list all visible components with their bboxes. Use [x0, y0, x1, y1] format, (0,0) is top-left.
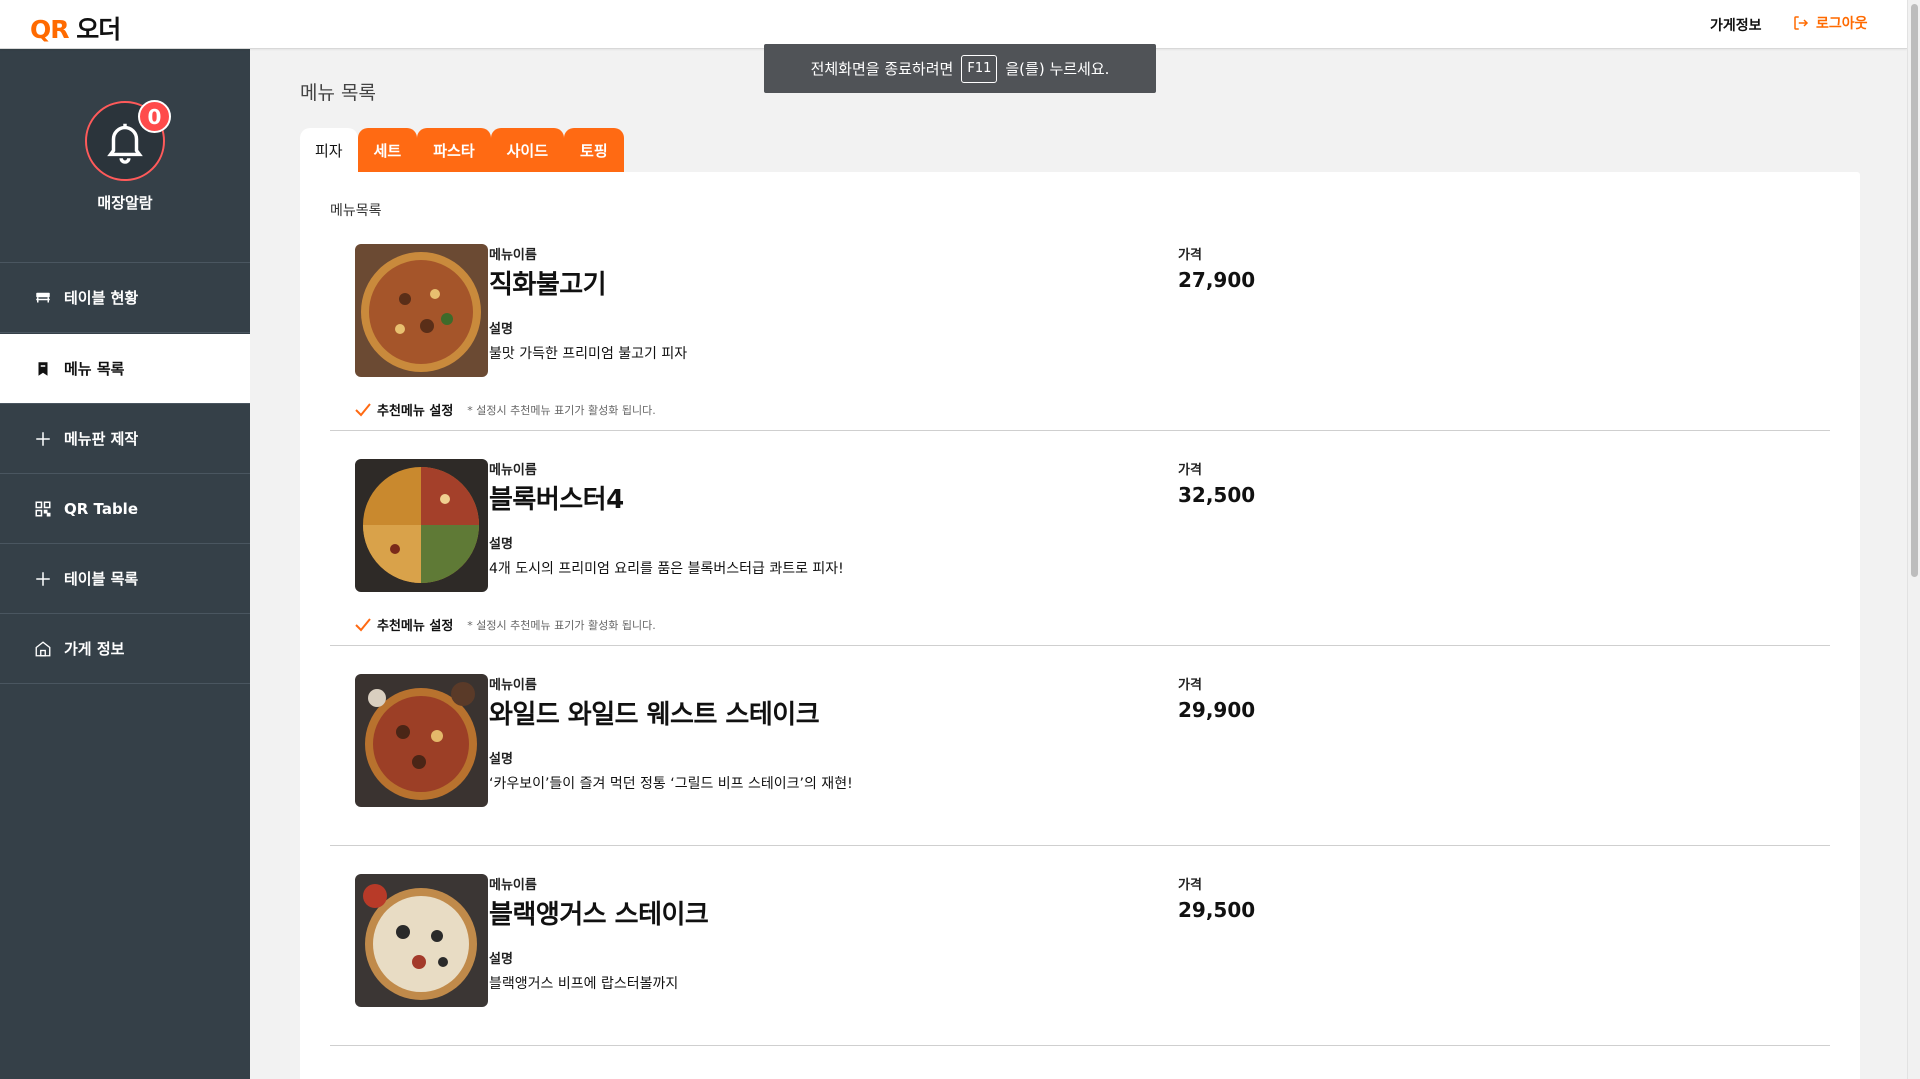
- tab-side[interactable]: 사이드: [490, 128, 565, 172]
- menu-name: 블랙앵거스 스테이크: [489, 900, 709, 930]
- recommend-label: 추천메뉴 설정: [377, 404, 454, 419]
- menu-price-label: 가격: [1178, 878, 1202, 893]
- recommend-toggle[interactable]: 추천메뉴 설정 * 설정시 추천메뉴 표기가 활성화 됩니다.: [355, 400, 656, 419]
- menu-item[interactable]: 메뉴이름 직화불고기 설명 불맛 가득한 프리미엄 불고기 피자 가격 27,9…: [330, 244, 1830, 431]
- menu-price-label: 가격: [1178, 463, 1202, 478]
- page-title: 메뉴 목록: [300, 82, 376, 104]
- sidebar-item-menu-board[interactable]: 메뉴판 제작: [0, 404, 250, 474]
- menu-price: 29,900: [1178, 698, 1256, 722]
- app-logo[interactable]: QR 오더: [30, 10, 121, 46]
- logo-suffix: 오더: [76, 15, 121, 44]
- toast-text-before: 전체화면을 종료하려면: [810, 60, 954, 78]
- menu-price: 29,500: [1178, 898, 1256, 922]
- sidebar-item-store-info[interactable]: 가게 정보: [0, 614, 250, 684]
- logo-prefix: QR: [30, 15, 70, 44]
- menu-price-label: 가격: [1178, 678, 1202, 693]
- tab-pasta[interactable]: 파스타: [417, 128, 491, 172]
- menu-desc: 4개 도시의 프리미엄 요리를 품은 블록버스터급 콰트로 피자!: [489, 561, 844, 577]
- fullscreen-toast: 전체화면을 종료하려면 F11 을(를) 누르세요.: [764, 44, 1156, 93]
- store-alarm: 0 매장알람: [0, 49, 250, 263]
- recommend-label: 추천메뉴 설정: [377, 619, 454, 634]
- menu-image: [355, 874, 488, 1007]
- sidebar-item-table-list[interactable]: 테이블 목록: [0, 544, 250, 614]
- recommend-note: * 설정시 추천메뉴 표기가 활성화 됩니다.: [467, 618, 656, 632]
- menu-desc: 블랙앵거스 비프에 랍스터볼까지: [489, 976, 679, 992]
- check-icon: [355, 402, 371, 416]
- sidebar-item-label: 메뉴 목록: [64, 360, 125, 378]
- alarm-label: 매장알람: [97, 194, 153, 212]
- menu-price: 32,500: [1178, 483, 1256, 507]
- sidebar-item-label: QR Table: [64, 499, 138, 518]
- menu-name: 블록버스터4: [489, 485, 624, 515]
- toast-text-after: 을(를) 누르세요.: [1005, 60, 1110, 78]
- menu-image: [355, 674, 488, 807]
- menu-name: 직화불고기: [489, 270, 607, 300]
- menu-name-label: 메뉴이름: [489, 678, 537, 693]
- menu-item[interactable]: 메뉴이름 와일드 와일드 웨스트 스테이크 설명 ‘카우보이’들이 즐겨 먹던 …: [330, 674, 1830, 846]
- bookmark-icon: [38, 361, 48, 376]
- sidebar-item-qr-table[interactable]: QR Table: [0, 474, 250, 544]
- menu-desc: ‘카우보이’들이 즐겨 먹던 정통 ‘그릴드 비프 스테이크’의 재현!: [489, 776, 853, 792]
- menu-desc-label: 설명: [489, 752, 513, 767]
- alarm-count-badge: 0: [138, 100, 171, 133]
- tab-topping[interactable]: 토핑: [564, 128, 624, 172]
- logout-icon: [1794, 16, 1809, 30]
- plus-icon: [36, 431, 50, 446]
- menu-price: 27,900: [1178, 268, 1256, 292]
- menu-name: 와일드 와일드 웨스트 스테이크: [489, 700, 820, 730]
- table-icon: [36, 292, 50, 302]
- recommend-note: * 설정시 추천메뉴 표기가 활성화 됩니다.: [467, 403, 656, 417]
- sidebar-item-menu-list[interactable]: 메뉴 목록: [0, 334, 250, 404]
- menu-card: 메뉴목록 메뉴이름 직화불고기 설명 불맛 가득한 프리미엄 불고기 피자 가격…: [300, 172, 1860, 1079]
- sidebar-item-table-status[interactable]: 테이블 현황: [0, 263, 250, 333]
- card-title: 메뉴목록: [330, 203, 382, 219]
- menu-desc-label: 설명: [489, 537, 513, 552]
- toast-key: F11: [961, 54, 998, 83]
- tab-pizza[interactable]: 피자: [300, 128, 358, 172]
- menu-item[interactable]: 메뉴이름 블랙앵거스 스테이크 설명 블랙앵거스 비프에 랍스터볼까지 가격 2…: [330, 874, 1830, 1046]
- logout-button[interactable]: 로그아웃: [1792, 13, 1868, 33]
- scrollbar-thumb[interactable]: [1911, 4, 1918, 577]
- recommend-toggle[interactable]: 추천메뉴 설정 * 설정시 추천메뉴 표기가 활성화 됩니다.: [355, 615, 656, 634]
- menu-desc-label: 설명: [489, 322, 513, 337]
- plus-icon: [36, 571, 50, 586]
- menu-desc-label: 설명: [489, 952, 513, 967]
- store-info-link[interactable]: 가게정보: [1710, 15, 1762, 35]
- sidebar-item-label: 가게 정보: [64, 640, 125, 658]
- menu-image: [355, 244, 488, 377]
- sidebar-item-label: 테이블 현황: [64, 289, 139, 307]
- sidebar-item-label: 메뉴판 제작: [64, 430, 139, 448]
- top-bar: QR 오더 가게정보 로그아웃: [0, 0, 1907, 49]
- menu-item[interactable]: 메뉴이름 블록버스터4 설명 4개 도시의 프리미엄 요리를 품은 블록버스터급…: [330, 459, 1830, 646]
- page-scrollbar[interactable]: [1907, 0, 1920, 1079]
- menu-name-label: 메뉴이름: [489, 248, 537, 263]
- menu-price-label: 가격: [1178, 248, 1202, 263]
- sidebar: 0 매장알람 테이블 현황 메뉴 목록 메뉴판 제작 QR Table 테이블 …: [0, 49, 250, 1079]
- menu-name-label: 메뉴이름: [489, 878, 537, 893]
- category-tabs: 피자 세트 파스타 사이드 토핑: [300, 128, 624, 172]
- check-icon: [355, 617, 371, 631]
- menu-desc: 불맛 가득한 프리미엄 불고기 피자: [489, 346, 688, 362]
- menu-name-label: 메뉴이름: [489, 463, 537, 478]
- logout-label: 로그아웃: [1816, 16, 1868, 32]
- sidebar-item-label: 테이블 목록: [64, 570, 139, 588]
- tab-set[interactable]: 세트: [357, 128, 418, 172]
- qr-icon: [35, 501, 51, 516]
- menu-image: [355, 459, 488, 592]
- store-icon: [35, 640, 51, 656]
